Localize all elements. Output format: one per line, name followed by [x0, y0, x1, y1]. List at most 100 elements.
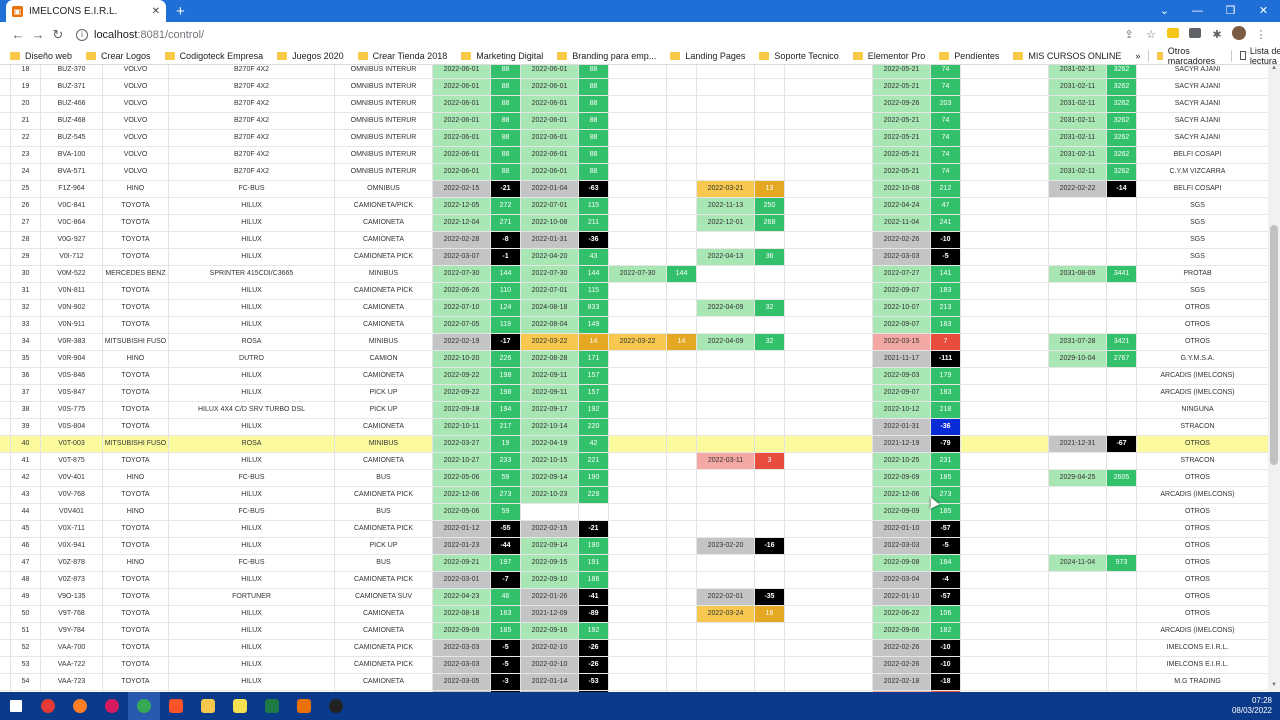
cell-days-1[interactable]: -7 — [490, 572, 520, 588]
table-row[interactable]: 22 BUZ-545 VOLVO B270F 4X2 OMNIBUS INTERUR 20… — [0, 130, 1268, 147]
cell-date-3[interactable] — [608, 300, 666, 316]
cell-model[interactable]: HILUX — [168, 249, 334, 265]
more-bookmarks-icon[interactable]: » — [1135, 51, 1140, 61]
cell-vehicle-type[interactable]: PICK UP — [334, 402, 432, 418]
cell-date-1[interactable]: 2022-12-04 — [432, 215, 490, 231]
cell-model[interactable]: B270F 4X2 — [168, 164, 334, 180]
cell-brand[interactable]: TOYOTA — [102, 674, 168, 690]
cell-date-3[interactable] — [608, 181, 666, 197]
cell-vehicle-type[interactable]: OMNIBUS INTERUR — [334, 130, 432, 146]
cell-brand[interactable]: HINO — [102, 181, 168, 197]
cell-row-number[interactable]: 22 — [10, 130, 40, 146]
cell-client[interactable]: OTROS — [1136, 521, 1258, 537]
cell-date-2[interactable]: 2022-09-17 — [520, 402, 578, 418]
cell-brand[interactable]: TOYOTA — [102, 368, 168, 384]
back-arrow-icon[interactable]: ← — [8, 27, 28, 42]
table-row[interactable]: 42 V0V-401 HINO FC-BUS BUS 2022-05-06 59 2022-0… — [0, 470, 1268, 487]
cell-days-5[interactable]: 182 — [930, 623, 960, 639]
brave-icon[interactable] — [160, 692, 192, 720]
cell-date-6[interactable] — [1048, 538, 1106, 554]
cell-days-1[interactable]: 88 — [490, 113, 520, 129]
cell-brand[interactable]: TOYOTA — [102, 572, 168, 588]
cell-days-3[interactable] — [666, 504, 696, 520]
cell-days-5[interactable]: -10 — [930, 657, 960, 673]
cell-date-4[interactable] — [696, 385, 754, 401]
cell-date-2[interactable]: 2022-06-01 — [520, 147, 578, 163]
cell-days-6[interactable]: 2605 — [1106, 470, 1136, 486]
cell-date-1[interactable]: 2022-04-23 — [432, 589, 490, 605]
cell-brand[interactable]: TOYOTA — [102, 606, 168, 622]
windows-start-icon[interactable] — [0, 692, 32, 720]
cell-model[interactable]: FC-BUS — [168, 555, 334, 571]
cell-days-2[interactable]: 833 — [578, 300, 608, 316]
cell-client[interactable]: SACYR AJANI — [1136, 65, 1258, 78]
cell-vehicle-type[interactable]: CAMIONETA — [334, 215, 432, 231]
cell-date-4[interactable] — [696, 640, 754, 656]
cell-days-4[interactable] — [754, 147, 784, 163]
cell-days-3[interactable] — [666, 79, 696, 95]
bookmark-folder[interactable]: Elementor Pro — [852, 51, 925, 61]
cell-date-4[interactable] — [696, 623, 754, 639]
cell-row-number[interactable]: 31 — [10, 283, 40, 299]
cell-date-3[interactable] — [608, 640, 666, 656]
cell-date-5[interactable]: 2022-10-07 — [872, 300, 930, 316]
cell-date-1[interactable]: 2022-01-12 — [432, 521, 490, 537]
cell-date-5[interactable]: 2021-12-19 — [872, 436, 930, 452]
cell-days-3[interactable] — [666, 606, 696, 622]
table-row[interactable]: 26 V0C-841 TOYOTA HILUX CAMIONETA/PICK 2022-1… — [0, 198, 1268, 215]
cell-model[interactable]: FC-BUS — [168, 470, 334, 486]
cell-spacer[interactable] — [784, 113, 872, 129]
cell-model[interactable]: HILUX — [168, 419, 334, 435]
cell-days-1[interactable]: 198 — [490, 385, 520, 401]
cell-date-2[interactable]: 2022-09-14 — [520, 470, 578, 486]
cell-days-4[interactable]: 268 — [754, 215, 784, 231]
cell-plate[interactable]: V0S-804 — [40, 419, 102, 435]
cell-row-number[interactable]: 41 — [10, 453, 40, 469]
cell-days-2[interactable]: -21 — [578, 521, 608, 537]
cell-days-2[interactable]: 190 — [578, 470, 608, 486]
bookmark-folder[interactable]: Codigoteck Empresa — [164, 51, 263, 61]
cell-days-1[interactable]: 88 — [490, 79, 520, 95]
cell-days-5[interactable]: 74 — [930, 79, 960, 95]
cell-date-3[interactable] — [608, 453, 666, 469]
cell-days-4[interactable] — [754, 283, 784, 299]
cell-days-4[interactable]: 32 — [754, 334, 784, 350]
cell-client[interactable]: BELFI COSAPI — [1136, 181, 1258, 197]
cell-days-2[interactable]: 157 — [578, 368, 608, 384]
cell-brand[interactable]: TOYOTA — [102, 402, 168, 418]
cell-vehicle-type[interactable]: PICK UP — [334, 538, 432, 554]
cell-row-number[interactable]: 35 — [10, 351, 40, 367]
cell-plate[interactable]: V0V401 — [40, 504, 102, 520]
cell-days-5[interactable]: 106 — [930, 606, 960, 622]
cell-date-2[interactable]: 2022-07-01 — [520, 283, 578, 299]
cell-client[interactable]: SACYR AJANI — [1136, 130, 1258, 146]
cell-plate[interactable]: V0Z-873 — [40, 572, 102, 588]
cell-client[interactable]: STRACON — [1136, 453, 1258, 469]
cell-model[interactable]: B270F 4X2 — [168, 79, 334, 95]
cell-days-1[interactable]: 110 — [490, 283, 520, 299]
sticky-notes-icon[interactable] — [224, 692, 256, 720]
cell-date-5[interactable]: 2022-03-03 — [872, 538, 930, 554]
close-tab-icon[interactable]: ✕ — [152, 6, 160, 17]
cell-date-1[interactable]: 2022-09-09 — [432, 623, 490, 639]
cell-date-2[interactable]: 2022-01-04 — [520, 181, 578, 197]
cell-model[interactable]: ROSA — [168, 334, 334, 350]
cell-spacer[interactable] — [960, 504, 1048, 520]
table-row[interactable]: 31 V0N-811 TOYOTA HILUX CAMIONETA PICK 2022-0… — [0, 283, 1268, 300]
cell-date-5[interactable]: 2022-09-26 — [872, 96, 930, 112]
cell-days-5[interactable]: -111 — [930, 351, 960, 367]
reading-list[interactable]: Lista de lectura — [1250, 46, 1280, 66]
cell-date-1[interactable]: 2022-10-27 — [432, 453, 490, 469]
cell-days-2[interactable]: 88 — [578, 113, 608, 129]
cell-date-5[interactable]: 2022-09-09 — [872, 470, 930, 486]
cell-days-3[interactable] — [666, 283, 696, 299]
scroll-up-icon[interactable]: ▲ — [1268, 65, 1280, 75]
cell-days-3[interactable] — [666, 198, 696, 214]
cell-days-5[interactable]: 241 — [930, 215, 960, 231]
cell-days-5[interactable]: -10 — [930, 232, 960, 248]
cell-days-3[interactable] — [666, 453, 696, 469]
cell-client[interactable]: OTROS — [1136, 555, 1258, 571]
bookmark-folder[interactable]: Branding para emp... — [557, 51, 656, 61]
cell-date-3[interactable]: 2022-03-22 — [608, 334, 666, 350]
cell-days-1[interactable]: 144 — [490, 266, 520, 282]
